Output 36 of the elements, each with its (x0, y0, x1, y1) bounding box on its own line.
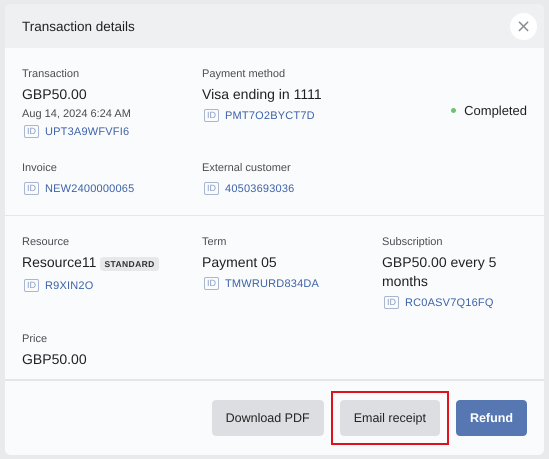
field-value: Resource11 (22, 253, 96, 272)
id-tag: ID (24, 182, 39, 195)
field-label: Subscription (382, 236, 443, 248)
primary-button[interactable]: Refund (456, 400, 527, 436)
id-tag: ID (384, 296, 399, 309)
field-label: Term (202, 236, 226, 248)
field-value: GBP50.00 (22, 350, 87, 369)
close-button[interactable]: × (510, 12, 537, 40)
id-tag: ID (204, 182, 219, 195)
field-label: Transaction (22, 68, 80, 80)
field-label: External customer (202, 162, 291, 174)
status-text: Completed (464, 102, 527, 118)
field-value: GBP50.00 every 5 months (382, 253, 498, 291)
field-label: Payment method (202, 68, 286, 80)
id-link[interactable]: 40503693036 (225, 182, 294, 194)
id-tag: ID (24, 279, 39, 292)
id-link[interactable]: NEW2400000065 (45, 182, 134, 194)
id-link[interactable]: TMWRURD834DA (225, 278, 320, 290)
field-label: Price (22, 333, 48, 345)
id-link[interactable]: RC0ASV7Q16FQ (405, 296, 494, 308)
id-tag: ID (204, 277, 219, 290)
field-value: Payment 05 (202, 253, 277, 272)
secondary-button[interactable]: Download PDF (212, 400, 324, 436)
dialog-title: Transaction details (22, 18, 135, 34)
field-label: Resource (22, 236, 70, 248)
field-value: GBP50.00 (22, 85, 87, 104)
field-value: Visa ending in 1111 (202, 85, 322, 104)
id-tag: ID (204, 109, 219, 122)
id-link[interactable]: PMT7O2BYCT7D (225, 110, 315, 122)
id-tag: ID (24, 125, 39, 138)
field-label: Invoice (22, 162, 57, 174)
id-link[interactable]: UPT3A9WFVFI6 (45, 126, 130, 138)
plan-tag: STANDARD (100, 256, 159, 270)
secondary-button[interactable]: Email receipt (340, 400, 440, 436)
id-link[interactable]: R9XIN2O (45, 280, 94, 292)
date-text: Aug 14, 2024 6:24 AM (22, 108, 131, 120)
